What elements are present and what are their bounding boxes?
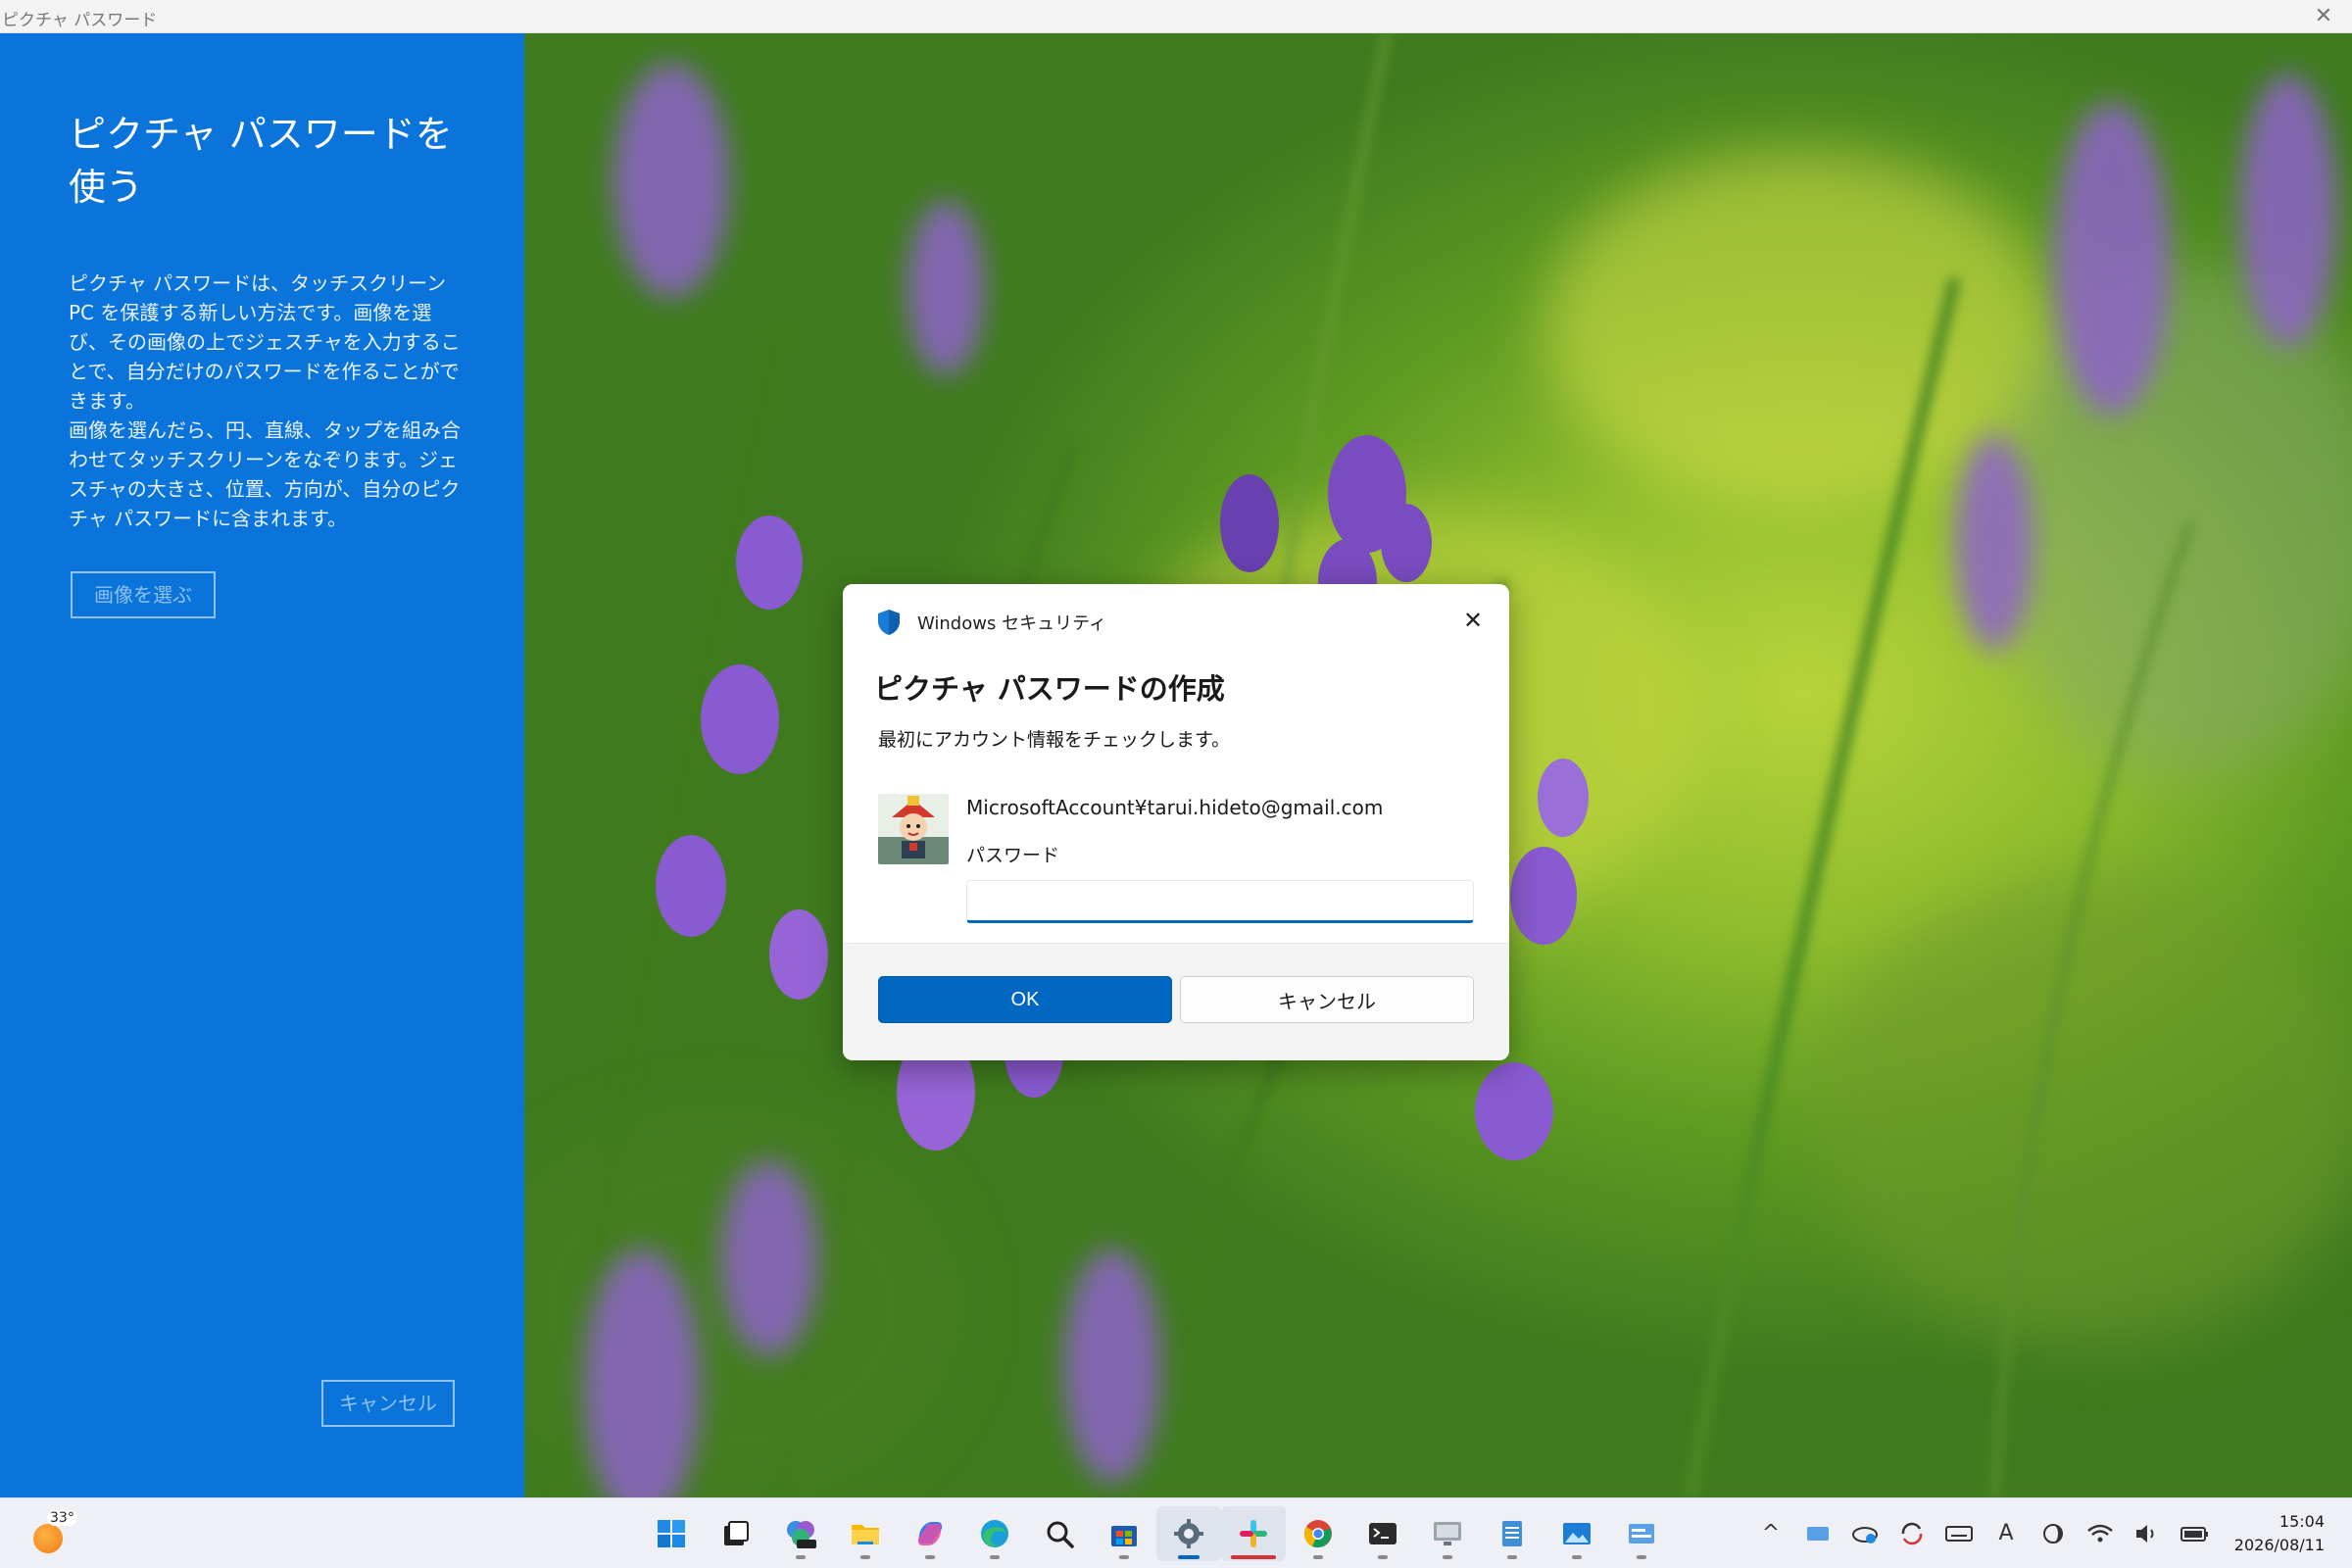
system-tray: ^ A	[1754, 1516, 2211, 1551]
app-window-icon	[1629, 1524, 1654, 1544]
clock-date: 2026/08/11	[2233, 1536, 2325, 1554]
taskbar-apps	[639, 1506, 1674, 1561]
search-icon	[1047, 1521, 1074, 1548]
onedrive-icon[interactable]	[1848, 1517, 1882, 1550]
running-indicator	[1507, 1555, 1517, 1559]
ok-button[interactable]: OK	[878, 976, 1172, 1023]
taskbar-app-photos[interactable]	[1544, 1506, 1609, 1561]
photos-icon	[1563, 1523, 1591, 1544]
taskbar-clock[interactable]: 15:04 2026/08/11	[2234, 1510, 2325, 1557]
taskbar-app-chrome[interactable]	[1286, 1506, 1350, 1561]
task-view-icon	[724, 1521, 749, 1545]
taskbar: 33° ^ A 15:04 2026/08/11	[0, 1497, 2352, 1568]
running-indicator	[1637, 1555, 1646, 1559]
notepad-icon	[1502, 1521, 1522, 1546]
dialog-subtitle: 最初にアカウント情報をチェックします。	[878, 729, 1231, 751]
m365-icon	[787, 1521, 816, 1548]
dialog-close-icon[interactable]: ✕	[1458, 606, 1488, 635]
ime-mode-icon[interactable]: A	[1989, 1517, 2023, 1550]
taskbar-app-copilot[interactable]	[898, 1506, 962, 1561]
attention-indicator	[1231, 1555, 1276, 1559]
pane-cancel-button[interactable]: キャンセル	[321, 1380, 455, 1427]
running-indicator	[925, 1555, 935, 1559]
taskbar-app-store[interactable]	[1092, 1506, 1156, 1561]
running-indicator	[990, 1555, 1000, 1559]
taskbar-app-notepad[interactable]	[1480, 1506, 1544, 1561]
running-indicator	[1443, 1555, 1452, 1559]
taskbar-app-search[interactable]	[1027, 1506, 1092, 1561]
pane-heading: ピクチャ パスワードを使う	[69, 113, 453, 209]
running-indicator	[1313, 1555, 1323, 1559]
focus-icon[interactable]	[2036, 1517, 2070, 1550]
battery-icon[interactable]	[2178, 1517, 2211, 1550]
sun-icon	[33, 1524, 63, 1553]
chrome-icon	[1303, 1520, 1332, 1548]
sync-icon[interactable]	[1895, 1517, 1929, 1550]
windows-security-dialog: Windows セキュリティ ✕ ピクチャ パスワードの作成 最初にアカウント情…	[843, 584, 1509, 1060]
pane-paragraph-1: ピクチャ パスワードは、タッチスクリーン PC を保護する新しい方法です。画像を…	[69, 271, 461, 413]
copilot-icon	[917, 1522, 943, 1545]
taskbar-app-file-explorer[interactable]	[833, 1506, 898, 1561]
window-close-icon[interactable]: ✕	[2311, 4, 2336, 29]
choose-image-button[interactable]: 画像を選ぶ	[71, 571, 216, 618]
dialog-header: Windows セキュリティ	[876, 608, 1106, 637]
avatar	[878, 794, 949, 864]
pane-paragraph-2: 画像を選んだら、円、直線、タップを組み合わせてタッチスクリーンをなぞります。ジェ…	[69, 418, 461, 530]
weather-temperature: 33°	[47, 1510, 77, 1526]
dialog-footer: OK キャンセル	[843, 943, 1509, 1060]
password-input[interactable]	[966, 880, 1474, 923]
volume-icon[interactable]	[2131, 1517, 2164, 1550]
taskbar-app-remote-desktop[interactable]	[1415, 1506, 1480, 1561]
left-info-pane: ピクチャ パスワードを使う ピクチャ パスワードは、タッチスクリーン PC を保…	[0, 33, 524, 1497]
clock-time: 15:04	[2278, 1512, 2325, 1531]
edge-icon	[981, 1520, 1008, 1547]
taskbar-app-window[interactable]	[1609, 1506, 1674, 1561]
running-indicator	[860, 1555, 870, 1559]
password-label: パスワード	[966, 845, 1060, 866]
running-indicator	[1378, 1555, 1388, 1559]
weather-widget[interactable]: 33°	[29, 1510, 77, 1555]
keyboard-icon[interactable]	[1942, 1517, 1976, 1550]
remote-desktop-icon	[1434, 1522, 1461, 1545]
terminal-icon	[1369, 1523, 1396, 1544]
running-indicator	[1119, 1555, 1129, 1559]
slack-icon	[1240, 1520, 1267, 1547]
file-explorer-icon	[852, 1525, 879, 1544]
taskbar-app-m365[interactable]	[768, 1506, 833, 1561]
taskbar-app-settings[interactable]	[1156, 1506, 1221, 1561]
store-icon	[1111, 1526, 1137, 1546]
running-indicator	[1572, 1555, 1582, 1559]
start-icon	[658, 1520, 685, 1547]
taskbar-app-slack[interactable]	[1221, 1506, 1286, 1561]
running-indicator	[796, 1555, 806, 1559]
dialog-title: ピクチャ パスワードの作成	[874, 672, 1225, 706]
settings-icon	[1174, 1519, 1203, 1548]
dialog-cancel-button[interactable]: キャンセル	[1180, 976, 1474, 1023]
taskbar-app-edge[interactable]	[962, 1506, 1027, 1561]
account-name: MicrosoftAccount¥tarui.hideto@gmail.com	[966, 796, 1384, 819]
taskbar-app-terminal[interactable]	[1350, 1506, 1415, 1561]
wifi-icon[interactable]	[2083, 1517, 2117, 1550]
shield-icon	[878, 610, 900, 635]
tray-app-icon[interactable]	[1801, 1517, 1835, 1550]
taskbar-app-task-view[interactable]	[704, 1506, 768, 1561]
active-indicator	[1178, 1555, 1200, 1559]
window-titlebar: ピクチャ パスワード ✕	[0, 0, 2352, 33]
dialog-app-title: Windows セキュリティ	[917, 613, 1106, 634]
show-hidden-icons-chevron-icon[interactable]: ^	[1754, 1517, 1788, 1550]
taskbar-app-start[interactable]	[639, 1506, 704, 1561]
window-title: ピクチャ パスワード	[2, 11, 158, 30]
